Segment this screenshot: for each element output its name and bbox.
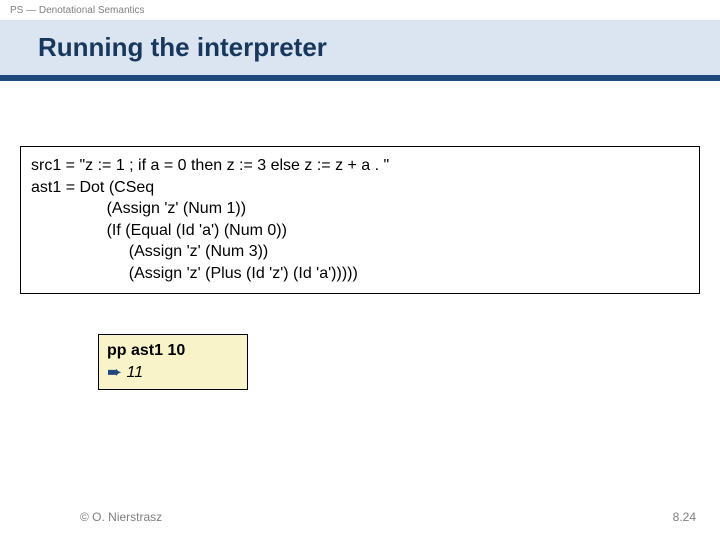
result-output: 11 [127, 364, 144, 381]
result-command: pp ast1 10 [107, 341, 239, 361]
result-box: pp ast1 10 ➨ 11 [98, 334, 248, 391]
result-output-line: ➨ 11 [107, 361, 239, 384]
footer-copyright: © O. Nierstrasz [80, 510, 162, 524]
slide-number: 8.24 [673, 510, 696, 524]
code-box: src1 = "z := 1 ; if a = 0 then z := 3 el… [20, 146, 700, 294]
course-header: PS — Denotational Semantics [0, 0, 720, 20]
arrow-icon: ➨ [107, 362, 122, 382]
accent-bar [0, 75, 720, 81]
slide-title: Running the interpreter [38, 32, 710, 63]
title-band: Running the interpreter [0, 20, 720, 75]
